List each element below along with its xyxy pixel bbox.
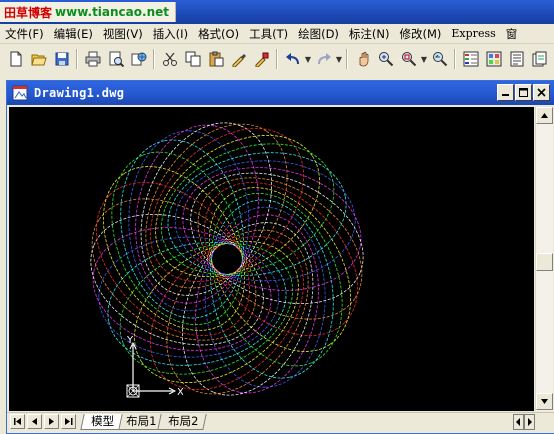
toolbar-separator xyxy=(76,49,78,69)
new-icon[interactable] xyxy=(5,48,26,70)
menu-window[interactable]: 窗 xyxy=(501,25,523,43)
last-tab-button[interactable] xyxy=(61,414,76,429)
undo-icon[interactable] xyxy=(282,48,303,70)
drawing-file-icon xyxy=(12,85,28,101)
spiro-ellipse xyxy=(111,151,243,326)
spiro-ellipse xyxy=(182,167,362,291)
match-properties-icon[interactable] xyxy=(228,48,249,70)
maximize-button[interactable] xyxy=(515,84,532,101)
layout-tab-strip: 模型 布局1 布局2 xyxy=(7,412,554,430)
standard-toolbar: ▼ ▼ ▼ xyxy=(0,45,554,73)
menu-file[interactable]: 文件(F) xyxy=(0,25,49,43)
publish-icon[interactable] xyxy=(128,48,149,70)
toolbar-separator xyxy=(276,49,278,69)
paste-icon[interactable] xyxy=(205,48,226,70)
spiro-ellipse xyxy=(155,135,320,278)
spiro-ellipse xyxy=(195,214,319,394)
pan-icon[interactable] xyxy=(352,48,373,70)
ucs-y-label: Y xyxy=(126,335,134,346)
tab-layout2[interactable]: 布局2 xyxy=(157,413,208,430)
redo-icon[interactable] xyxy=(313,48,334,70)
spiro-ellipse xyxy=(140,122,273,296)
block-editor-icon[interactable] xyxy=(251,48,272,70)
spiro-ellipse xyxy=(208,187,351,352)
toolbar-separator xyxy=(454,49,456,69)
tab-model[interactable]: 模型 xyxy=(80,413,123,430)
save-icon[interactable] xyxy=(51,48,72,70)
drawing-canvas[interactable]: Y X xyxy=(9,107,534,411)
watermark-name: 田草博客 xyxy=(4,5,53,20)
zoom-window-icon[interactable] xyxy=(398,48,419,70)
menu-bar: 文件(F) 编辑(E) 视图(V) 插入(I) 格式(O) 工具(T) 绘图(D… xyxy=(0,24,554,44)
print-icon[interactable] xyxy=(82,48,103,70)
print-preview-icon[interactable] xyxy=(105,48,126,70)
spiro-ellipse xyxy=(103,166,246,331)
copy-icon[interactable] xyxy=(182,48,203,70)
undo-dropdown-icon[interactable]: ▼ xyxy=(304,48,312,70)
app-title-bar: 田草博客 www.tiancao.net xyxy=(0,0,554,24)
ucs-x-label: X xyxy=(177,387,183,398)
tool-palettes-icon[interactable] xyxy=(506,48,527,70)
toolbar-separator xyxy=(153,49,155,69)
autocad-app: 田草博客 www.tiancao.net 文件(F) 编辑(E) 视图(V) 插… xyxy=(0,0,554,434)
cut-icon[interactable] xyxy=(159,48,180,70)
menu-tools[interactable]: 工具(T) xyxy=(244,25,293,43)
spiro-ellipse xyxy=(150,128,304,282)
first-tab-button[interactable] xyxy=(10,414,25,429)
spiro-ellipse xyxy=(211,192,343,367)
scroll-down-button[interactable] xyxy=(536,393,553,410)
spiro-ellipse xyxy=(135,124,259,304)
scroll-left-right-icon[interactable] xyxy=(513,414,535,430)
zoom-realtime-icon[interactable] xyxy=(375,48,396,70)
prev-tab-button[interactable] xyxy=(27,414,42,429)
scroll-up-button[interactable] xyxy=(536,107,553,124)
tab-layout2-label: 布局2 xyxy=(168,413,199,428)
close-button[interactable] xyxy=(533,84,550,101)
menu-draw[interactable]: 绘图(D) xyxy=(293,25,344,43)
spiro-ellipse xyxy=(197,177,363,320)
menu-view[interactable]: 视图(V) xyxy=(98,25,148,43)
menu-express[interactable]: Express xyxy=(446,25,500,43)
open-icon[interactable] xyxy=(28,48,49,70)
toolbar-separator xyxy=(346,49,348,69)
drawing-window-title: Drawing1.dwg xyxy=(34,86,125,100)
watermark-url: www.tiancao.net xyxy=(55,5,169,19)
drawing-window: Drawing1.dwg Y X 模型 布局1 布局2 xyxy=(6,80,554,434)
vertical-scrollbar[interactable] xyxy=(535,107,553,411)
zoom-previous-icon[interactable] xyxy=(429,48,450,70)
menu-edit[interactable]: 编辑(E) xyxy=(49,25,98,43)
watermark: 田草博客 www.tiancao.net xyxy=(0,2,176,22)
menu-modify[interactable]: 修改(M) xyxy=(395,25,447,43)
sheet-set-icon[interactable] xyxy=(529,48,550,70)
tab-layout1-label: 布局1 xyxy=(126,413,157,428)
spirograph-drawing xyxy=(90,122,364,396)
menu-format[interactable]: 格式(O) xyxy=(193,25,244,43)
menu-dimension[interactable]: 标注(N) xyxy=(344,25,395,43)
spiro-ellipse xyxy=(160,143,335,275)
properties-icon[interactable] xyxy=(460,48,481,70)
scroll-thumb[interactable] xyxy=(536,253,553,271)
menu-insert[interactable]: 插入(I) xyxy=(148,25,193,43)
zoom-dropdown-icon[interactable]: ▼ xyxy=(420,48,428,70)
next-tab-button[interactable] xyxy=(44,414,59,429)
design-center-icon[interactable] xyxy=(483,48,504,70)
tab-model-label: 模型 xyxy=(91,413,115,428)
spiro-ellipse xyxy=(181,222,314,396)
drawing-window-titlebar[interactable]: Drawing1.dwg xyxy=(7,81,554,105)
minimize-button[interactable] xyxy=(497,84,514,101)
redo-dropdown-icon[interactable]: ▼ xyxy=(335,48,343,70)
ucs-icon: Y X xyxy=(126,335,183,398)
